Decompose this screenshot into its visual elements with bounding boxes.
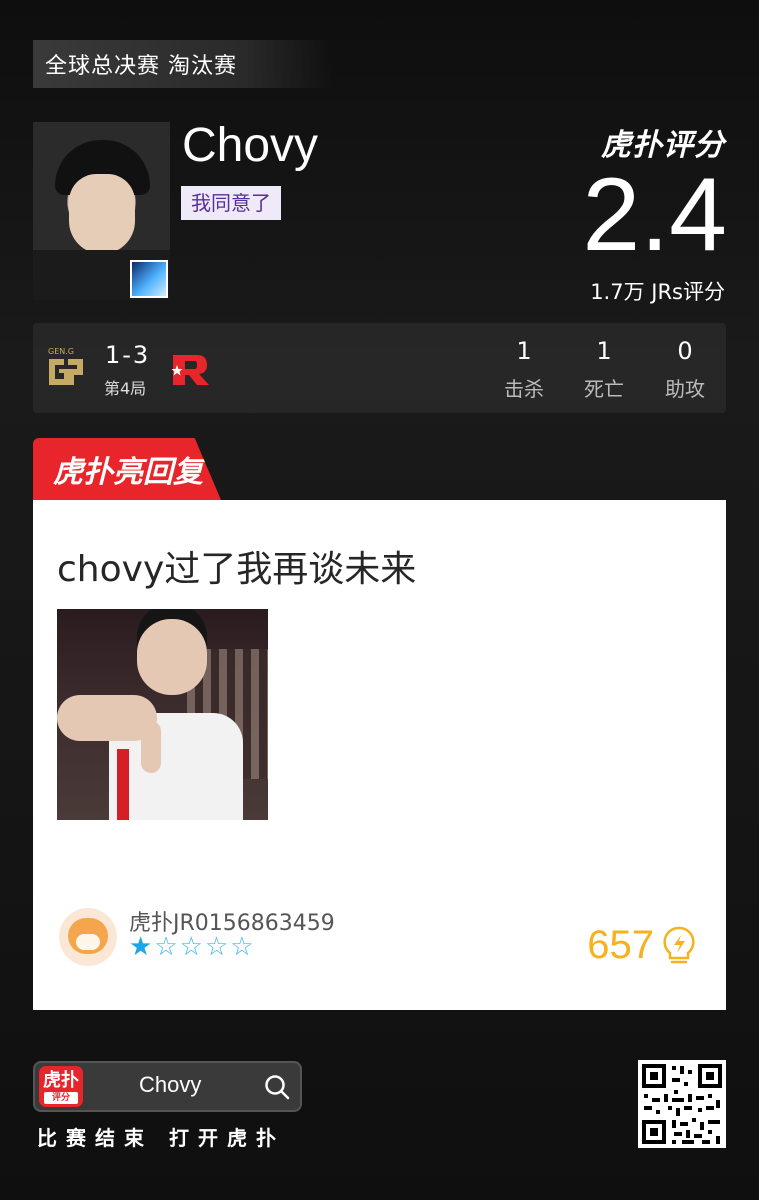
search-icon xyxy=(265,1075,290,1100)
svg-text:GEN.G: GEN.G xyxy=(48,347,74,356)
star-rating: ★☆☆☆☆ xyxy=(129,932,256,962)
likes[interactable]: 657 xyxy=(587,923,696,968)
search-query: Chovy xyxy=(139,1072,202,1097)
star-filled-icon: ★ xyxy=(129,932,155,962)
player-name: Chovy xyxy=(182,119,319,172)
player-tag: 我同意了 xyxy=(181,186,281,220)
match-summary: GEN.G 1-3 第4局 1 击杀 1 死亡 0 助攻 xyxy=(33,323,726,413)
user-avatar[interactable] xyxy=(59,908,117,966)
search-bar[interactable]: 虎扑 评分 Chovy xyxy=(33,1061,302,1112)
rating-count: 1.7万 JRs评分 xyxy=(590,280,725,304)
player-avatar xyxy=(33,122,170,300)
hupu-app-icon: 虎扑 评分 xyxy=(39,1066,83,1107)
reply-image[interactable] xyxy=(57,609,268,820)
rating-score: 2.4 xyxy=(582,157,727,273)
kt-logo-icon xyxy=(171,355,209,385)
stat-deaths: 1 死亡 xyxy=(584,337,624,401)
footer-caption: 比赛结束 打开虎扑 xyxy=(37,1126,285,1150)
match-score: 1-3 xyxy=(105,341,151,369)
stat-assists: 0 助攻 xyxy=(665,337,705,401)
geng-logo-icon: GEN.G xyxy=(48,347,83,385)
stat-kills: 1 击杀 xyxy=(504,337,544,401)
stage-label: 全球总决赛 淘汰赛 xyxy=(33,40,333,88)
lightbulb-icon xyxy=(663,926,695,963)
reply-text: chovy过了我再谈未来 xyxy=(57,549,417,590)
likes-count: 657 xyxy=(587,923,654,967)
highlight-reply-tab: 虎扑亮回复 xyxy=(33,438,221,500)
qr-code xyxy=(638,1060,726,1148)
highlight-reply-card[interactable]: chovy过了我再谈未来 虎扑JR0156863459 ★☆☆☆☆ 657 xyxy=(33,500,726,1010)
game-number: 第4局 xyxy=(104,379,147,398)
champion-icon xyxy=(130,260,168,298)
star-empty-icon: ☆☆☆☆ xyxy=(154,932,256,962)
